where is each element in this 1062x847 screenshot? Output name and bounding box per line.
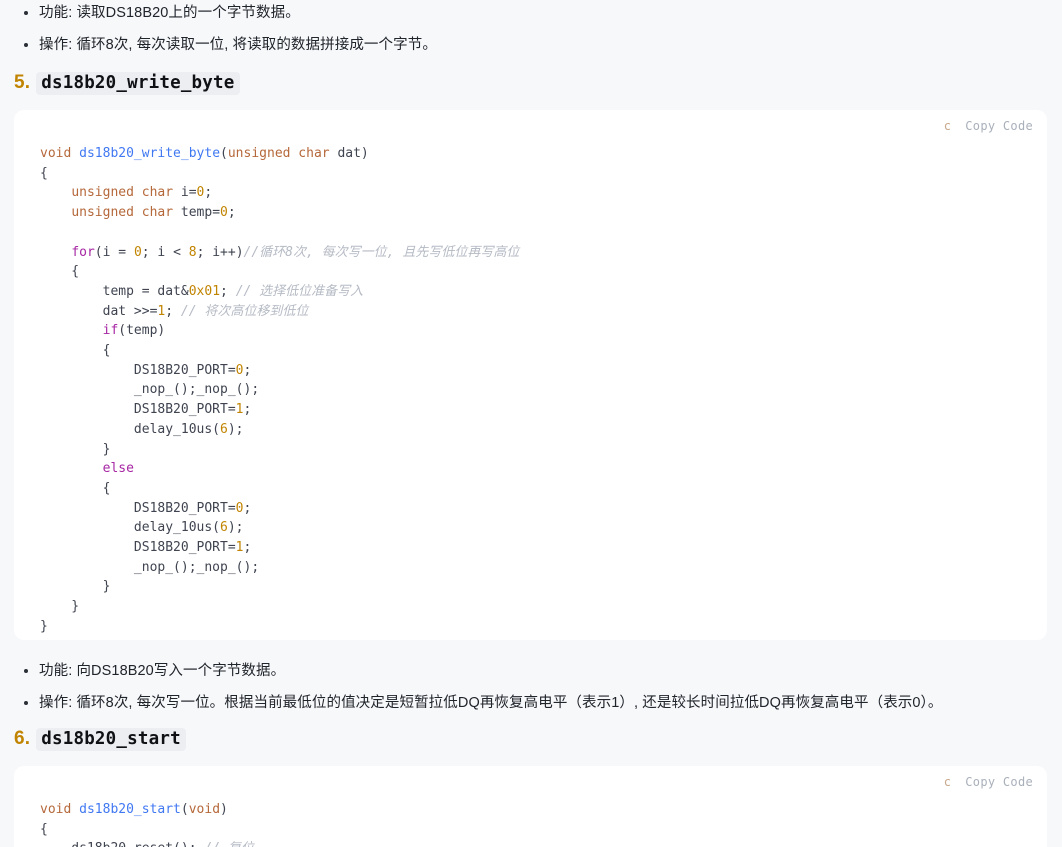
code-token: 6 [220,520,228,536]
code-token: ; i < [141,244,189,260]
code-token: ; [243,362,252,378]
code-content[interactable]: void ds18b20_write_byte(unsigned char da… [14,138,1047,640]
code-token: ds18b20_reset(); [40,841,204,847]
code-token: 0 [235,362,244,378]
code-token: ( [220,146,228,161]
section-number: 6. [14,728,31,749]
code-token: { [40,264,80,280]
code-token: (i = [94,244,134,260]
code-token: 0 [235,500,244,516]
code-token: ; [204,185,213,201]
code-token: void [40,802,80,817]
code-token: _nop_();_nop_(); [40,559,260,575]
code-token: i= [180,185,197,201]
code-token: ) [220,802,228,817]
code-token: DS18B20_PORT= [40,402,236,418]
code-token: } [40,441,111,457]
code-token: 6 [220,421,228,437]
copy-code-button[interactable]: Copy Code [965,119,1033,133]
code-token: if [102,323,119,339]
code-token: dat >>= [40,303,158,319]
section-heading-6: 6. ds18b20_start [14,728,186,751]
code-block-ds18b20-start: c Copy Code void ds18b20_start(void) { d… [14,766,1047,847]
code-token: DS18B20_PORT= [40,500,236,516]
code-token: } [40,599,80,615]
code-token: unsigned char [71,205,181,221]
code-token: ; [243,500,252,516]
code-token: } [40,618,48,634]
code-token: void [40,146,80,161]
code-token: 1 [235,402,244,418]
section-title-code: ds18b20_start [36,728,186,751]
code-token: (temp) [118,323,166,339]
code-token: { [40,480,111,496]
code-token: // 选择低位准备写入 [235,283,364,299]
code-token: 0x01 [188,283,221,299]
code-token: 8 [188,244,197,260]
code-token: // 将次高位移到低位 [180,303,309,319]
mid-bullet-list: 功能: 向DS18B20写入一个字节数据。 操作: 循环8次, 每次写一位。根据… [15,660,1025,714]
code-token: _nop_();_nop_(); [40,382,260,398]
code-token: //循环8次, 每次写一位, 且先写低位再写高位 [243,244,520,260]
code-token: ; [243,540,252,556]
code-token: DS18B20_PORT= [40,362,236,378]
code-token: ; [165,303,181,319]
list-item: 功能: 向DS18B20写入一个字节数据。 [15,660,1025,682]
code-token: unsigned char [71,185,181,201]
code-token: delay_10us( [40,421,221,437]
language-label: c [943,775,952,789]
code-token: 0 [220,205,228,221]
document-page: 功能: 读取DS18B20上的一个字节数据。 操作: 循环8次, 每次读取一位,… [0,0,1062,847]
list-item: 功能: 读取DS18B20上的一个字节数据。 [15,2,1015,24]
code-token: { [40,165,48,181]
list-item: 操作: 循环8次, 每次读取一位, 将读取的数据拼接成一个字节。 [15,34,1015,56]
code-token: dat) [337,146,369,161]
code-token: void [188,802,221,817]
code-token: 0 [133,244,142,260]
code-token: ; [243,402,252,418]
code-token: ; [227,205,236,221]
code-block-ds18b20-write-byte: c Copy Code void ds18b20_write_byte(unsi… [14,110,1047,640]
top-bullet-list: 功能: 读取DS18B20上的一个字节数据。 操作: 循环8次, 每次读取一位,… [15,2,1015,56]
code-token: temp = dat& [40,283,189,299]
code-token: temp= [180,205,221,221]
code-token: // 复位 [204,841,253,847]
code-token: { [40,343,111,359]
code-token: } [40,579,111,595]
code-token: DS18B20_PORT= [40,540,236,556]
copy-code-button[interactable]: Copy Code [965,775,1033,789]
code-token: unsigned char [227,146,338,161]
code-token: 1 [235,540,244,556]
code-token: ds18b20_write_byte [79,146,221,161]
code-token: ds18b20_start [79,802,181,817]
code-token: { [40,821,48,837]
code-token: ); [227,520,244,536]
section-title-code: ds18b20_write_byte [36,72,240,95]
code-token: ( [180,802,189,817]
list-item: 操作: 循环8次, 每次写一位。根据当前最低位的值决定是短暂拉低DQ再恢复高电平… [15,692,1025,714]
code-token: else [102,461,134,477]
code-token: ; [220,283,236,299]
code-toolbar: c Copy Code [14,110,1047,138]
code-token: delay_10us( [40,520,221,536]
section-heading-5: 5. ds18b20_write_byte [14,72,240,95]
code-content[interactable]: void ds18b20_start(void) { ds18b20_reset… [14,794,1047,847]
section-number: 5. [14,72,31,93]
code-token: ; i++) [196,244,244,260]
code-token: ); [227,421,244,437]
code-toolbar: c Copy Code [14,766,1047,794]
language-label: c [943,119,952,133]
code-token: for [71,244,95,260]
